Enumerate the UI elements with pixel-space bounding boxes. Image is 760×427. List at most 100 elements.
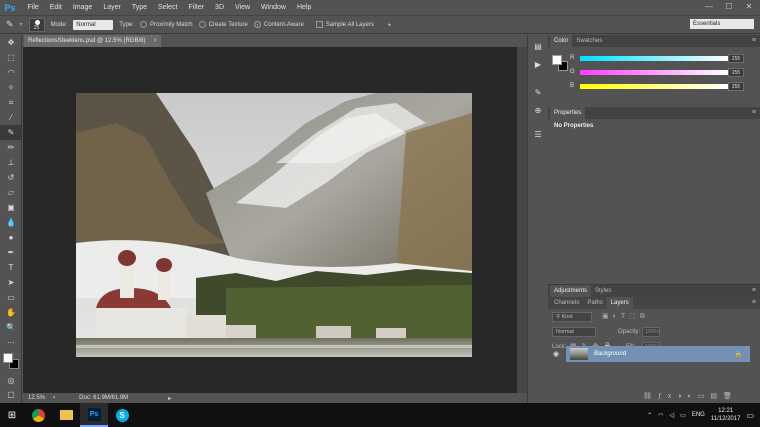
sample-all-layers-checkbox[interactable]: Sample All Layers (315, 21, 374, 28)
tab-styles[interactable]: Styles (591, 285, 615, 297)
clone-stamp-tool-icon[interactable]: ⊥ (0, 155, 22, 170)
radio-icon[interactable] (139, 21, 147, 28)
menu-file[interactable]: File (22, 0, 44, 15)
document-size[interactable]: Doc: 61.9M/61.9M (79, 395, 128, 401)
menu-select[interactable]: Select (153, 0, 183, 15)
menu-filter[interactable]: Filter (183, 0, 210, 15)
slider-r[interactable]: R 255 (548, 52, 760, 64)
tab-properties[interactable]: Properties (550, 107, 586, 119)
brush-tool-icon[interactable]: ✏ (0, 140, 22, 155)
opacity-field[interactable]: 100% (642, 327, 660, 337)
tray-keyboard-icon[interactable]: ▭ (680, 412, 686, 419)
status-icon[interactable]: ▪ (53, 395, 55, 401)
menu-3d[interactable]: 3D (210, 0, 230, 15)
status-menu-arrow-icon[interactable]: ▸ (168, 395, 171, 402)
gradient-tool-icon[interactable]: ▣ (0, 200, 22, 215)
slider-g[interactable]: G 255 (548, 66, 760, 78)
blur-tool-icon[interactable]: 💧 (0, 215, 22, 230)
hand-tool-icon[interactable]: ✋ (0, 305, 22, 320)
rectangle-tool-icon[interactable]: ▭ (0, 290, 22, 305)
slider-b[interactable]: B 255 (548, 80, 760, 92)
slider-g-track[interactable] (580, 70, 730, 75)
pen-tool-icon[interactable]: ✒ (0, 245, 22, 260)
spot-healing-brush-icon[interactable]: ✎ (6, 19, 14, 30)
panel-menu-icon[interactable]: ≡ (752, 107, 756, 119)
clone-source-icon[interactable]: ⊕ (531, 105, 545, 117)
menu-window[interactable]: Window (256, 0, 292, 15)
move-tool-icon[interactable]: ✥ (0, 35, 22, 50)
layer-name[interactable]: Background (594, 351, 626, 357)
tray-volume-icon[interactable]: ◁ (670, 412, 675, 419)
tab-color[interactable]: Color (550, 35, 573, 47)
radio-icon[interactable] (198, 21, 206, 28)
dodge-tool-icon[interactable]: ● (0, 230, 22, 245)
maximize-button[interactable]: ☐ (722, 2, 736, 12)
visibility-eye-icon[interactable]: ◉ (553, 350, 559, 358)
history-brush-tool-icon[interactable]: ↺ (0, 170, 22, 185)
more-tools-icon[interactable]: ⋯ (0, 335, 22, 350)
start-button[interactable]: ⊞ (0, 403, 24, 427)
skype-icon[interactable]: S (108, 403, 136, 427)
tab-channels[interactable]: Channels (550, 297, 583, 309)
layers-footer-icons[interactable]: ⛓ƒx◑◐▭▤🗑 (643, 392, 738, 400)
checkbox-icon[interactable] (315, 21, 323, 28)
language-indicator[interactable]: ENG (692, 412, 705, 418)
vertical-scrollbar[interactable] (517, 47, 527, 393)
slider-r-track[interactable] (580, 56, 730, 61)
marquee-tool-icon[interactable]: ⬚ (0, 50, 22, 65)
clock[interactable]: 12:21 11/12/2017 (711, 407, 741, 423)
minimize-button[interactable]: — (702, 2, 716, 12)
menu-edit[interactable]: Edit (44, 0, 67, 15)
path-selection-tool-icon[interactable]: ➤ (0, 275, 22, 290)
slider-b-track[interactable] (580, 84, 730, 89)
eraser-tool-icon[interactable]: ▱ (0, 185, 22, 200)
brush-size-picker[interactable]: 25 (28, 17, 45, 32)
tab-adjustments[interactable]: Adjustments (550, 285, 592, 297)
workspace-switcher[interactable]: Essentials (690, 19, 754, 29)
layer-row-background[interactable]: ◉ Background 🔒 (553, 346, 750, 362)
color-fg-swatch[interactable] (552, 55, 562, 65)
panel-menu-icon[interactable]: ≡ (752, 35, 756, 47)
tray-wifi-icon[interactable]: ◠ (658, 412, 663, 419)
document-tab[interactable]: ReflectionsSteeklens.psd @ 12.5% (RGB/8)… (24, 35, 161, 47)
history-panel-icon[interactable]: ▤ (531, 41, 545, 53)
tray-network-icon[interactable]: ⌃ (647, 412, 652, 419)
photoshop-taskbar-icon[interactable]: Ps (80, 403, 108, 427)
pressure-size-icon[interactable]: ◔ (386, 20, 391, 30)
menu-layer[interactable]: Layer (98, 0, 127, 15)
zoom-level[interactable]: 12.5% (28, 395, 45, 401)
actions-panel-icon[interactable]: ▶ (531, 59, 545, 71)
type-content-aware[interactable]: Content-Aware (253, 21, 304, 28)
eyedropper-tool-icon[interactable]: ⁄ (0, 110, 22, 125)
action-center-icon[interactable]: ▭ (746, 411, 754, 420)
layer-filter-kind[interactable]: ⚲ Kind (552, 312, 592, 322)
zoom-tool-icon[interactable]: 🔍 (0, 320, 22, 335)
canvas-area[interactable] (23, 47, 527, 393)
blend-mode-select[interactable]: Normal (552, 327, 596, 337)
spot-healing-tool-icon[interactable]: ✎ (0, 125, 22, 140)
close-button[interactable]: ✕ (742, 2, 756, 12)
type-tool-icon[interactable]: T (0, 260, 22, 275)
menu-view[interactable]: View (230, 0, 256, 15)
menu-help[interactable]: Help (291, 0, 316, 15)
quick-mask-icon[interactable]: ◎ (0, 373, 22, 388)
mode-select[interactable]: Normal (73, 19, 114, 30)
tab-swatches[interactable]: Swatches (572, 35, 606, 47)
panel-menu-icon[interactable]: ≡ (752, 297, 756, 309)
type-proximity-match[interactable]: Proximity Match (139, 21, 193, 28)
menu-type[interactable]: Type (126, 0, 152, 15)
type-create-texture[interactable]: Create Texture (198, 21, 248, 28)
close-document-icon[interactable]: × (153, 35, 157, 47)
foreground-color-swatch[interactable] (3, 353, 13, 363)
file-explorer-icon[interactable] (52, 403, 80, 427)
tool-preset-arrow-icon[interactable]: ▾ (20, 21, 23, 28)
layer-comps-icon[interactable]: ☰ (531, 129, 545, 141)
brush-presets-icon[interactable]: ✎ (531, 87, 545, 99)
tab-layers[interactable]: Layers (606, 297, 633, 309)
lasso-tool-icon[interactable]: ◠ (0, 65, 22, 80)
quick-selection-tool-icon[interactable]: ✧ (0, 80, 22, 95)
chrome-icon[interactable] (24, 403, 52, 427)
menu-image[interactable]: Image (67, 0, 97, 15)
screen-mode-icon[interactable]: ▢ (0, 387, 22, 402)
panel-menu-icon[interactable]: ≡ (752, 285, 756, 297)
